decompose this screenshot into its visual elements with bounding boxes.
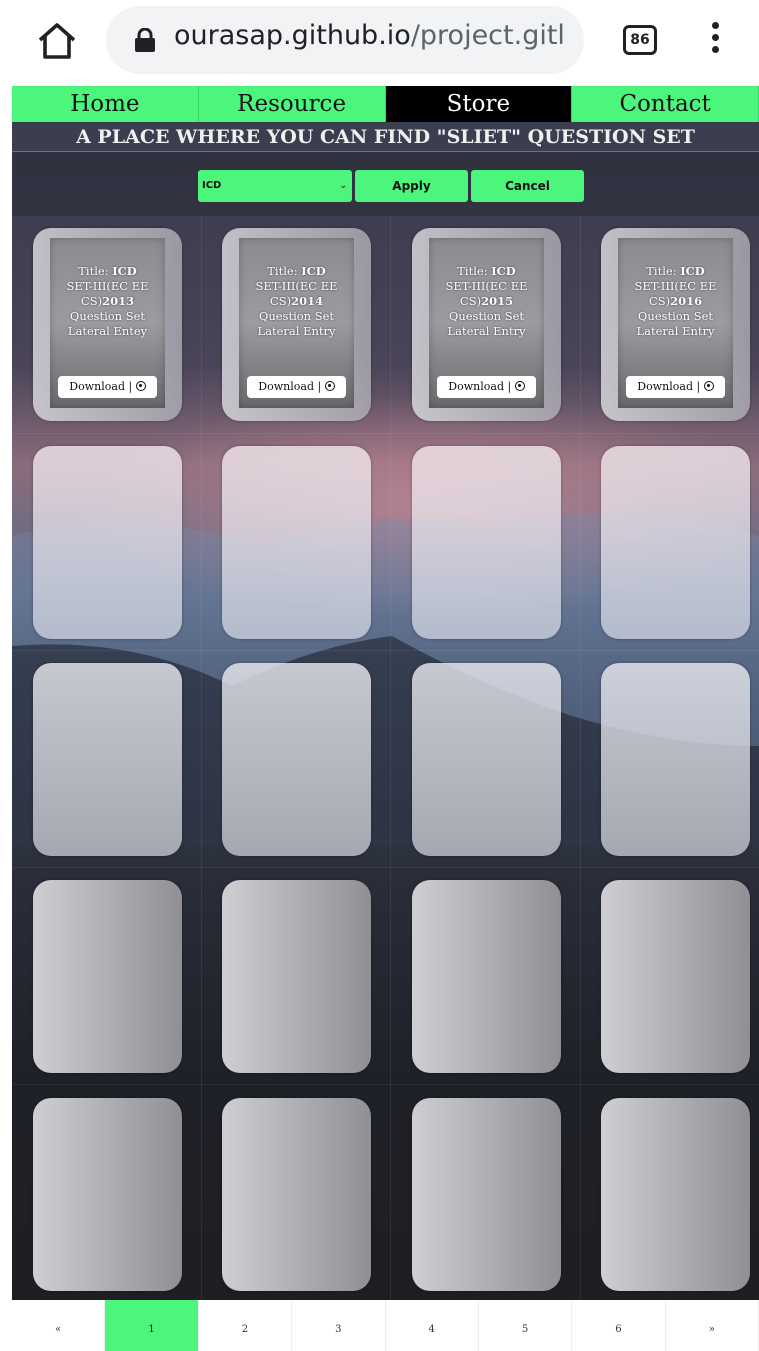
question-set-grid: Title: ICD SET-III(EC EE CS)2013 Questio… (12, 216, 759, 1300)
pagination: « 1 2 3 4 5 6 » (12, 1300, 759, 1351)
empty-card (222, 663, 371, 856)
question-card: Title: ICD SET-III(EC EE CS)2015 Questio… (412, 228, 561, 421)
lock-icon (135, 28, 155, 52)
pagination-page-3[interactable]: 3 (292, 1300, 386, 1351)
download-icon (135, 381, 146, 391)
download-button[interactable]: Download | (58, 376, 157, 398)
card-description: Title: ICD SET-III(EC EE CS)2016 Questio… (634, 264, 717, 338)
card-description: Title: ICD SET-III(EC EE CS)2014 Questio… (255, 264, 338, 338)
nav-resource[interactable]: Resource (198, 86, 386, 122)
empty-card (33, 446, 182, 639)
empty-card (601, 663, 750, 856)
address-bar[interactable]: ourasap.github.io/project.gitl (106, 6, 584, 74)
question-card: Title: ICD SET-III(EC EE CS)2013 Questio… (33, 228, 182, 421)
more-options-icon[interactable] (708, 22, 722, 60)
main-nav: Home Resource Store Contact (12, 86, 759, 122)
tab-count-button[interactable]: 86 (623, 25, 657, 55)
empty-card (412, 663, 561, 856)
nav-store[interactable]: Store (385, 86, 573, 122)
empty-card (412, 446, 561, 639)
empty-card (222, 1098, 371, 1291)
empty-card (33, 663, 182, 856)
empty-card (412, 1098, 561, 1291)
empty-card (33, 880, 182, 1073)
empty-card (33, 1098, 182, 1291)
pagination-page-4[interactable]: 4 (386, 1300, 479, 1351)
empty-card (412, 880, 561, 1073)
download-icon (514, 381, 525, 391)
page-headline: A PLACE WHERE YOU CAN FIND "SLIET" QUEST… (12, 122, 759, 152)
empty-card (222, 880, 371, 1073)
url-text: ourasap.github.io/project.gitl (174, 20, 565, 51)
cancel-button[interactable]: Cancel (471, 170, 584, 202)
apply-button[interactable]: Apply (355, 170, 468, 202)
download-button[interactable]: Download | (626, 376, 725, 398)
card-description: Title: ICD SET-III(EC EE CS)2015 Questio… (445, 264, 528, 338)
download-icon (703, 381, 714, 391)
empty-card (601, 1098, 750, 1291)
empty-card (601, 880, 750, 1073)
download-icon (324, 381, 335, 391)
download-button[interactable]: Download | (247, 376, 346, 398)
pagination-page-2[interactable]: 2 (199, 1300, 293, 1351)
download-button[interactable]: Download | (437, 376, 536, 398)
pagination-page-1[interactable]: 1 (105, 1300, 199, 1351)
pagination-page-5[interactable]: 5 (479, 1300, 573, 1351)
card-description: Title: ICD SET-III(EC EE CS)2013 Questio… (66, 264, 149, 338)
browser-toolbar: ourasap.github.io/project.gitl 86 (0, 0, 759, 86)
pagination-next[interactable]: » (666, 1300, 759, 1351)
question-card: Title: ICD SET-III(EC EE CS)2014 Questio… (222, 228, 371, 421)
nav-home[interactable]: Home (12, 86, 199, 122)
page: Home Resource Store Contact A PLACE WHER… (12, 86, 759, 1351)
pagination-page-6[interactable]: 6 (572, 1300, 666, 1351)
home-icon[interactable] (36, 20, 78, 62)
empty-card (601, 446, 750, 639)
filter-bar: ICD ⌄ Apply Cancel (12, 152, 759, 216)
question-card: Title: ICD SET-III(EC EE CS)2016 Questio… (601, 228, 750, 421)
pagination-prev[interactable]: « (12, 1300, 106, 1351)
subject-select-value: ICD (202, 180, 222, 191)
empty-card (222, 446, 371, 639)
nav-contact[interactable]: Contact (572, 86, 759, 122)
chevron-down-icon: ⌄ (339, 181, 347, 191)
subject-select[interactable]: ICD ⌄ (198, 170, 352, 202)
